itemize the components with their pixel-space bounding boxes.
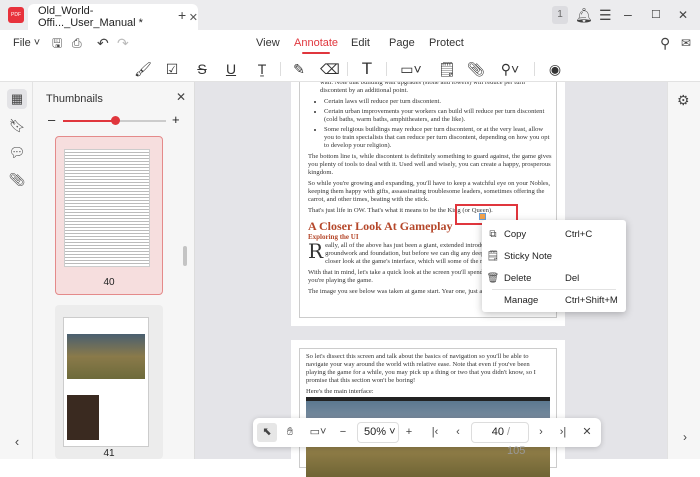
tab-view[interactable]: View [256, 37, 280, 49]
thumbnails-title: Thumbnails [46, 93, 103, 105]
expand-right-icon[interactable]: › [683, 430, 687, 444]
zoom-in-icon[interactable]: + [401, 425, 417, 440]
menu-item-delete[interactable]: 🗑︎ Delete Del [482, 268, 626, 288]
last-page-icon[interactable]: ›| [555, 425, 571, 440]
paragraph: So while you're growing and expanding, y… [308, 180, 551, 203]
first-page-icon[interactable]: |‹ [427, 425, 443, 440]
divider [347, 62, 348, 76]
shape-icon[interactable]: ▭˅ [398, 60, 424, 78]
close-panel-icon[interactable]: ✕ [176, 90, 186, 104]
highlight-icon[interactable]: 🖌︎ [134, 60, 152, 78]
bell-icon[interactable]: 🔔︎ [575, 7, 593, 23]
eraser-icon[interactable]: ⌫ [320, 60, 340, 78]
previous-page-icon[interactable]: ‹ [450, 425, 466, 440]
redo-icon[interactable]: ↷ [117, 35, 129, 51]
tab-edit[interactable]: Edit [351, 37, 370, 49]
menu-icon[interactable]: ☰ [599, 7, 612, 23]
file-menu[interactable]: File ˅ [13, 37, 40, 49]
zoom-select[interactable]: 50% ˅ [357, 422, 399, 443]
sticky-note-annotation-icon[interactable] [479, 213, 486, 220]
context-menu: ⧉ Copy Ctrl+C 🗒︎ Sticky Note 🗑︎ Delete Del Ma… [482, 220, 626, 312]
area-highlight-icon[interactable]: ☑ [163, 60, 181, 78]
divider [280, 62, 281, 76]
total-pages: / 105 [507, 426, 526, 457]
collapse-icon[interactable]: ‹ [7, 432, 27, 452]
squiggly-icon[interactable]: Ṯ [253, 60, 271, 78]
thumb-size-slider[interactable] [63, 116, 166, 125]
next-page-icon[interactable]: › [533, 425, 549, 440]
attachment-icon[interactable]: 📎︎ [467, 60, 485, 78]
notification-count-badge[interactable]: 1 [552, 6, 568, 24]
underline-icon[interactable]: U [222, 60, 240, 78]
sticky-note-icon[interactable]: 🗒︎ [438, 60, 456, 78]
select-tool-icon[interactable]: ⬉ [257, 423, 277, 442]
page-number-input[interactable]: 40/ 105 [471, 422, 529, 457]
sticky-note-icon: 🗒︎ [486, 250, 500, 262]
search-icon[interactable]: ⚲ [660, 35, 670, 51]
thumbnail-page-41[interactable]: 41 [55, 305, 163, 459]
tab-protect[interactable]: Protect [429, 37, 464, 49]
print-icon[interactable]: ⎙ [72, 35, 82, 51]
list-item: Certain laws will reduce per turn discon… [324, 98, 552, 106]
list-item: Some religious buildings may reduce per … [324, 126, 552, 150]
thumbnails-scrollbar[interactable] [183, 246, 187, 266]
right-rail [667, 82, 700, 459]
paragraph: The bottom line is, while discontent is … [308, 153, 552, 176]
paragraph: So let's dissect this screen and talk ab… [306, 353, 536, 384]
bullet-list: Certain laws will reduce per turn discon… [308, 98, 552, 150]
document-tab[interactable]: Old_World-Offi..._User_Manual * ✕ [28, 4, 198, 30]
menu-item-manage[interactable]: Manage Ctrl+Shift+M [482, 290, 626, 310]
thumbnail-image [64, 149, 150, 267]
save-icon[interactable]: 🖫 [52, 35, 62, 51]
properties-icon[interactable]: ⚙ [677, 92, 690, 108]
paragraph: Here's the main interface: [306, 388, 374, 395]
page-number: 41 [103, 448, 115, 459]
thumbnail-page-40[interactable]: 40 [55, 136, 163, 295]
stamp-icon[interactable]: ⚲˅ [497, 60, 523, 78]
menu-item-copy[interactable]: ⧉ Copy Ctrl+C [482, 224, 626, 244]
zoom-out-icon[interactable]: − [335, 425, 351, 440]
divider [386, 62, 387, 76]
app-logo-icon: PDF [8, 7, 24, 23]
hand-tool-icon[interactable]: ✋︎ [282, 425, 298, 440]
mail-icon[interactable]: ✉ [681, 35, 691, 51]
zoom-in-thumbs-icon[interactable]: + [172, 112, 180, 127]
page-number: 40 [103, 277, 115, 288]
zoom-out-thumbs-icon[interactable]: – [48, 112, 55, 127]
page-layout-icon[interactable]: ▭˅ [305, 425, 331, 440]
attachment-panel-icon[interactable]: 📎︎ [7, 170, 27, 190]
drop-cap: R [308, 239, 324, 263]
paragraph: wall. Note that building wall upgrades (… [320, 82, 525, 94]
undo-icon[interactable]: ↶ [97, 35, 109, 51]
annotation-toolbar [0, 56, 700, 82]
tab-page[interactable]: Page [389, 37, 415, 49]
close-tab-icon[interactable]: ✕ [189, 11, 198, 24]
bottom-navigation-bar: ⬉ ✋︎ ▭˅ − 50% ˅ + |‹ ‹ 40/ 105 › ›| ✕ [253, 418, 601, 457]
close-toolbar-icon[interactable]: ✕ [579, 425, 595, 440]
close-window-icon[interactable]: ✕ [678, 7, 688, 23]
trash-icon: 🗑︎ [486, 272, 500, 284]
thumbnails-icon[interactable]: ▦ [7, 89, 27, 109]
pencil-icon[interactable]: ✎ [290, 60, 308, 78]
show-annotations-icon[interactable]: ◉ [546, 60, 564, 78]
text-box-icon[interactable]: T [358, 60, 376, 78]
copy-icon: ⧉ [489, 228, 497, 240]
thumbnail-image [63, 317, 149, 447]
list-item: Certain urban improvements your workers … [324, 108, 552, 124]
strikethrough-icon[interactable]: S [193, 60, 211, 78]
tab-title: Old_World-Offi..._User_Manual * [38, 5, 143, 29]
maximize-icon[interactable]: ☐ [651, 7, 661, 23]
comment-icon[interactable]: 💬︎ [7, 143, 27, 163]
divider [534, 62, 535, 76]
tab-annotate[interactable]: Annotate [294, 37, 338, 54]
new-tab-icon[interactable]: + [178, 7, 186, 23]
menu-item-sticky-note[interactable]: 🗒︎ Sticky Note [482, 246, 626, 266]
bookmark-icon[interactable]: 🔖︎ [7, 116, 27, 136]
left-rail [0, 82, 33, 459]
minimize-icon[interactable]: – [624, 6, 632, 22]
